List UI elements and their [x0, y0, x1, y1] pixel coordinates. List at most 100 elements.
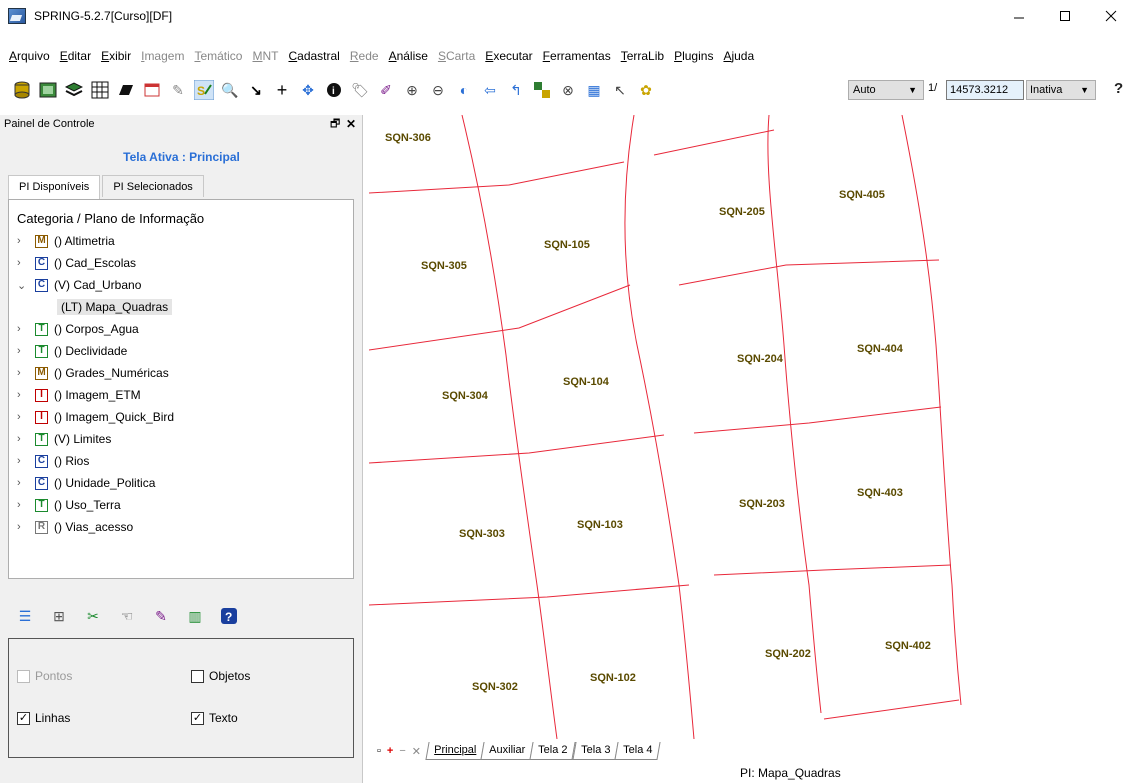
chevron-right-icon[interactable]: › [17, 433, 35, 445]
zoom-icon[interactable]: 🔍 [220, 80, 240, 100]
project-icon[interactable] [38, 80, 58, 100]
texto-checkbox[interactable]: ✓ Texto [191, 711, 238, 725]
square-icon[interactable]: ▫ [377, 745, 381, 757]
pen-tool-icon[interactable]: ✎ [168, 80, 188, 100]
menu-editar[interactable]: Editar [55, 46, 96, 66]
tree-item[interactable]: › T () Declividade [17, 340, 353, 362]
tree-item[interactable]: › R () Vias_acesso [17, 516, 353, 538]
visual-icon[interactable]: ⊞ [50, 607, 68, 625]
screen-tab-tela-3[interactable]: Tela 3 [572, 742, 619, 760]
polygon-icon[interactable] [116, 80, 136, 100]
menu-arquivo[interactable]: Arquivo [4, 46, 55, 66]
list-icon[interactable]: ☰ [16, 607, 34, 625]
objetos-checkbox[interactable]: Objetos [191, 669, 250, 683]
panel-close-icon[interactable]: ✕ [346, 115, 356, 133]
chevron-right-icon[interactable]: › [17, 345, 35, 357]
chevron-right-icon[interactable]: › [17, 257, 35, 269]
minimize-button[interactable] [996, 0, 1042, 31]
float-icon[interactable]: 🗗 [330, 115, 340, 133]
menu-ferramentas[interactable]: Ferramentas [538, 46, 616, 66]
screen-tab-tela-4[interactable]: Tela 4 [614, 742, 661, 760]
tab-pi-disponiveis[interactable]: PI Disponíveis [8, 175, 101, 199]
tree-item[interactable]: › M () Altimetria [17, 230, 353, 252]
category-T-icon: T [35, 322, 48, 336]
linhas-checkbox[interactable]: ✓ Linhas [17, 711, 70, 725]
maximize-button[interactable] [1042, 0, 1088, 31]
zoom-mode-select[interactable]: Auto ▼ [848, 80, 924, 100]
menu-exibir[interactable]: Exibir [96, 46, 136, 66]
screen-tab-tela-2[interactable]: Tela 2 [529, 742, 577, 760]
menu-terralib[interactable]: TerraLib [616, 46, 669, 66]
status-select[interactable]: Inativa ▼ [1026, 80, 1096, 100]
menu-an-lise[interactable]: Análise [384, 46, 433, 66]
book-icon[interactable]: ▥ [186, 607, 204, 625]
chevron-right-icon[interactable]: › [17, 477, 35, 489]
palette-icon[interactable]: ✿ [636, 80, 656, 100]
info-icon[interactable]: i [324, 80, 344, 100]
legend-icon[interactable]: S [194, 80, 214, 100]
database-icon[interactable] [12, 80, 32, 100]
measure-icon[interactable]: ⊗ [558, 80, 578, 100]
table-icon[interactable]: ▦ [584, 80, 604, 100]
menu-cadastral[interactable]: Cadastral [283, 46, 344, 66]
window-icon[interactable] [142, 80, 162, 100]
hand-icon[interactable]: ☜ [118, 607, 136, 625]
tree-item[interactable]: › C () Rios [17, 450, 353, 472]
grid-icon[interactable] [90, 80, 110, 100]
map-canvas[interactable]: SQN-306 SQN-305 SQN-105 SQN-205 SQN-405 SQN-3… [369, 115, 1134, 739]
screen-tab-principal[interactable]: Principal [425, 742, 485, 760]
tree-item[interactable]: ⌄ C (V) Cad_Urbano [17, 274, 353, 296]
add-tab-icon[interactable]: + [387, 745, 393, 757]
tools-icon[interactable]: ✂ [84, 607, 102, 625]
scale-input[interactable]: 14573.3212 [946, 80, 1024, 100]
layers-icon[interactable] [64, 80, 84, 100]
chevron-right-icon[interactable]: › [17, 389, 35, 401]
layer-select-icon[interactable] [532, 80, 552, 100]
chevron-down-icon[interactable]: ⌄ [17, 279, 35, 292]
menu-imagem[interactable]: Imagem [136, 46, 189, 66]
tree-item[interactable]: › I () Imagem_Quick_Bird [17, 406, 353, 428]
menu-tem-tico[interactable]: Temático [189, 46, 247, 66]
undo-icon[interactable]: ↰ [506, 80, 526, 100]
pointer-star-icon[interactable]: ↖ [610, 80, 630, 100]
remove-tab-icon[interactable]: − [399, 745, 405, 757]
screen-tab-auxiliar[interactable]: Auxiliar [480, 742, 534, 760]
help-icon[interactable]: ? [1114, 80, 1123, 97]
menu-rede[interactable]: Rede [345, 46, 384, 66]
menu-mnt[interactable]: MNT [247, 46, 283, 66]
back-icon[interactable]: ⇦ [480, 80, 500, 100]
tree-item[interactable]: › I () Imagem_ETM [17, 384, 353, 406]
menu-ajuda[interactable]: Ajuda [718, 46, 759, 66]
close-tab-icon[interactable]: ✕ [412, 745, 421, 758]
tree-item[interactable]: › C () Cad_Escolas [17, 252, 353, 274]
pontos-checkbox[interactable]: Pontos [17, 669, 72, 683]
menu-scarta[interactable]: SCarta [433, 46, 480, 66]
tree-child-item[interactable]: (LT) Mapa_Quadras [17, 296, 353, 318]
chevron-right-icon[interactable]: › [17, 411, 35, 423]
tree-item[interactable]: › T (V) Limites [17, 428, 353, 450]
menu-executar[interactable]: Executar [480, 46, 537, 66]
pencil-icon[interactable]: ✎ [152, 607, 170, 625]
tree-item[interactable]: › C () Unidade_Politica [17, 472, 353, 494]
chevron-right-icon[interactable]: › [17, 455, 35, 467]
restore-zoom-icon[interactable]: ↘ [246, 80, 266, 100]
zoom-out-icon[interactable]: ⊖ [428, 80, 448, 100]
tab-pi-selecionados[interactable]: PI Selecionados [102, 175, 204, 197]
chevron-right-icon[interactable]: › [17, 323, 35, 335]
pan-icon[interactable]: ✥ [298, 80, 318, 100]
menu-plugins[interactable]: Plugins [669, 46, 718, 66]
edit-line-icon[interactable]: ✐ [376, 80, 396, 100]
chevron-right-icon[interactable]: › [17, 521, 35, 533]
tree-item[interactable]: › T () Uso_Terra [17, 494, 353, 516]
chevron-right-icon[interactable]: › [17, 367, 35, 379]
tree-item[interactable]: › M () Grades_Numéricas [17, 362, 353, 384]
tree-item[interactable]: › T () Corpos_Agua [17, 318, 353, 340]
chevron-right-icon[interactable]: › [17, 499, 35, 511]
question-icon[interactable]: ? [220, 607, 238, 625]
chevron-right-icon[interactable]: › [17, 235, 35, 247]
close-button[interactable] [1088, 0, 1134, 31]
zoom-in-icon[interactable]: ⊕ [402, 80, 422, 100]
tag-icon[interactable]: 🏷 [350, 80, 370, 100]
cursor-cross-icon[interactable]: + [272, 80, 292, 100]
zoom-area-icon[interactable]: ◐ [454, 80, 474, 100]
